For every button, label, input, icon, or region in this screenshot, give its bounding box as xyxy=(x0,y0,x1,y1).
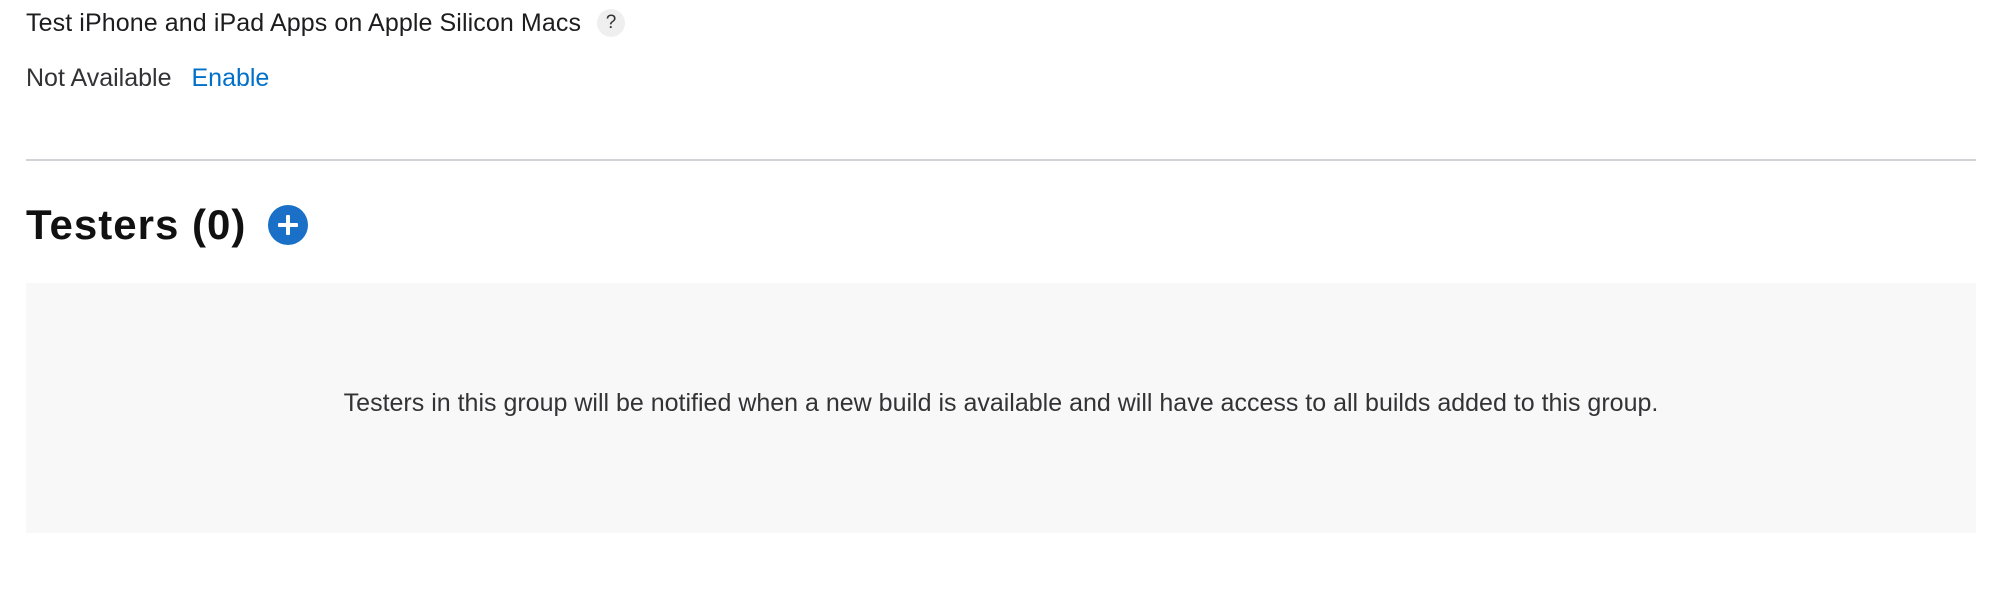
section-divider xyxy=(26,159,1976,161)
enable-link[interactable]: Enable xyxy=(191,64,269,93)
apple-silicon-title: Test iPhone and iPad Apps on Apple Silic… xyxy=(26,8,582,37)
testers-header: Testers (0) xyxy=(26,196,309,254)
help-icon[interactable]: ? xyxy=(597,9,626,37)
plus-circle-icon xyxy=(278,215,299,235)
testers-empty-state: Testers in this group will be notified w… xyxy=(26,283,1976,533)
apple-silicon-header: Test iPhone and iPad Apps on Apple Silic… xyxy=(26,0,1976,46)
apple-silicon-section: Test iPhone and iPad Apps on Apple Silic… xyxy=(26,0,1976,92)
apple-silicon-status-row: Not Available Enable xyxy=(26,58,269,98)
add-tester-button[interactable] xyxy=(268,205,309,245)
testers-title: Testers (0) xyxy=(26,201,247,248)
empty-state-message: Testers in this group will be notified w… xyxy=(343,388,1659,417)
availability-status: Not Available xyxy=(26,63,172,92)
